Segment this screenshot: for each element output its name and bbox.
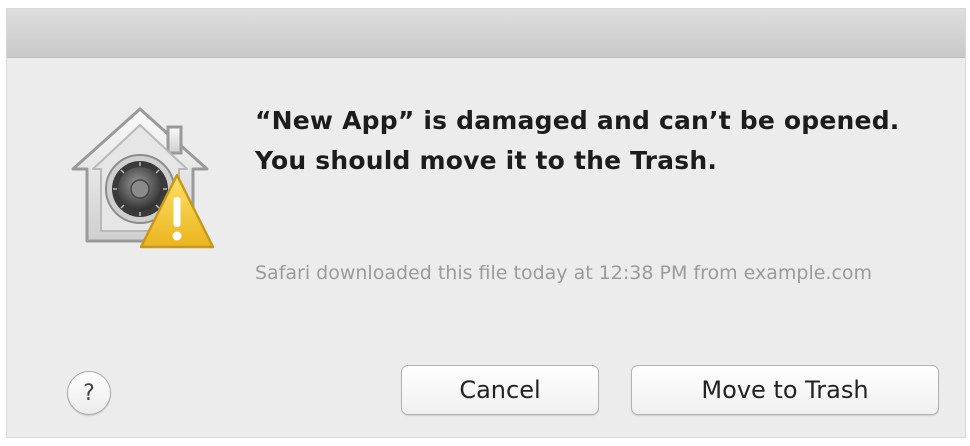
question-mark-icon: ? <box>83 380 95 406</box>
cancel-button[interactable]: Cancel <box>401 365 599 415</box>
dialog-titlebar <box>7 9 965 58</box>
move-to-trash-button[interactable]: Move to Trash <box>631 365 939 415</box>
alert-message: “New App” is damaged and can’t be opened… <box>255 106 900 175</box>
gatekeeper-warning-icon <box>65 101 215 251</box>
alert-dialog: “New App” is damaged and can’t be opened… <box>6 8 966 438</box>
alert-informative-text: Safari downloaded this file today at 12:… <box>255 262 873 284</box>
help-button[interactable]: ? <box>67 371 111 415</box>
house-lock-icon <box>71 107 215 249</box>
